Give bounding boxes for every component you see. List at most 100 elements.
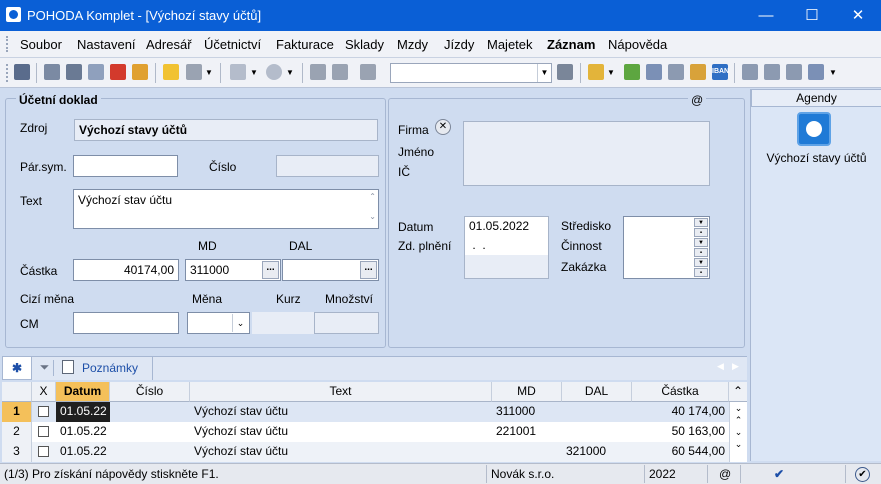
people-icon[interactable] [690,64,706,80]
tab-scroll-right[interactable]: ▶ [732,361,739,372]
quick-filter-combo[interactable]: ▼ [390,63,552,83]
cell-dal[interactable] [562,402,632,422]
menu-sklady[interactable]: Sklady [345,37,384,52]
menu-mzdy[interactable]: Mzdy [397,37,428,52]
status-year[interactable]: 2022 [649,467,676,481]
chevron-down-icon[interactable]: ▼ [205,68,213,77]
column-header-x[interactable]: X [32,382,56,402]
cinnost-lookup[interactable]: ▪ [694,248,708,257]
table-row[interactable]: 1 01.05.22 Výchozí stav účtu 311000 40 1… [2,402,747,422]
castka-input[interactable]: 40174,00 [73,259,179,281]
calculator-icon[interactable] [668,64,684,80]
menu-nastaveni[interactable]: Nastavení [77,37,136,52]
menu-napoveda[interactable]: Nápověda [608,37,667,52]
cinnost-dropdown[interactable]: ▼ [694,238,708,247]
status-email-icon[interactable]: @ [719,467,731,481]
pdf-icon[interactable] [110,64,126,80]
parsym-input[interactable] [73,155,178,177]
column-header-md[interactable]: MD [492,382,562,402]
cell-md[interactable]: 311000 [492,402,562,422]
md-lookup-button[interactable]: ... [262,261,279,279]
stredisko-lookup[interactable]: ▪ [694,228,708,237]
edit-record-icon[interactable] [186,64,202,80]
firma-clear-icon[interactable]: ✕ [435,119,451,135]
menu-jizdy[interactable]: Jízdy [444,37,474,52]
new-record-icon[interactable] [163,64,179,80]
zd-plneni-input[interactable]: . . [465,236,548,255]
save-icon[interactable] [310,64,326,80]
menu-adresar[interactable]: Adresář [146,37,192,52]
chevron-down-icon[interactable]: ▼ [607,68,615,77]
message-icon[interactable] [742,64,758,80]
menu-fakturace[interactable]: Fakturace [276,37,334,52]
page-setup-icon[interactable] [44,64,60,80]
scroll-up-button[interactable]: ⌃ [729,382,747,402]
cell-castka[interactable]: 60 544,00 [632,442,729,462]
md-input[interactable]: 311000 ... [185,259,281,281]
column-header-cislo[interactable]: Číslo [110,382,190,402]
menu-zaznam[interactable]: Záznam [547,37,595,52]
maximize-button[interactable]: ☐ [789,0,835,31]
menu-soubor[interactable]: Soubor [20,37,62,52]
table-row[interactable]: 3 01.05.22 Výchozí stav účtu 321000 60 5… [2,442,747,462]
cell-castka[interactable]: 40 174,00 [632,402,729,422]
chevron-down-icon[interactable]: ▼ [286,68,294,77]
agenda-item-icon[interactable] [797,112,831,146]
cell-cislo[interactable] [110,442,190,462]
cell-dal[interactable]: 321000 [562,442,632,462]
cell-text[interactable]: Výchozí stav účtu [190,422,492,442]
cell-md[interactable] [492,442,562,462]
cell-castka[interactable]: 50 163,00 [632,422,729,442]
filter-icon[interactable] [557,64,573,80]
chevron-down-icon[interactable]: ▼ [829,68,837,77]
minimize-button[interactable]: — [743,0,789,31]
report-icon[interactable] [786,64,802,80]
export-icon[interactable] [132,64,148,80]
column-header-dal[interactable]: DAL [562,382,632,402]
cell-dal[interactable] [562,422,632,442]
cell-datum[interactable]: 01.05.22 [56,422,110,442]
status-check-icon[interactable]: ✔ [774,467,784,481]
column-header-castka[interactable]: Částka [632,382,729,402]
cm-input[interactable] [73,312,179,334]
column-header-text[interactable]: Text [190,382,492,402]
menu-ucetnictvi[interactable]: Účetnictví [204,37,261,52]
cell-md[interactable]: 221001 [492,422,562,442]
row-checkbox[interactable] [38,406,49,417]
tab-main[interactable]: ✱ [2,357,32,380]
dal-input[interactable]: ... [282,259,379,281]
cell-text[interactable]: Výchozí stav účtu [190,402,492,422]
chevron-down-icon[interactable]: ⌄ [369,212,376,221]
copy-icon[interactable] [360,64,376,80]
dal-lookup-button[interactable]: ... [360,261,377,279]
zakazka-dropdown[interactable]: ▼ [694,258,708,267]
chevron-down-icon[interactable]: ▼ [537,64,551,82]
chevron-down-icon[interactable]: ⌄ [232,314,248,332]
folder-icon[interactable] [588,64,604,80]
menu-majetek[interactable]: Majetek [487,37,533,52]
exit-icon[interactable] [14,64,30,80]
gear-icon[interactable] [266,64,282,80]
stredisko-dropdown[interactable]: ▼ [694,218,708,227]
zakazka-lookup[interactable]: ▪ [694,268,708,277]
stredisko-cinnost-zakazka-box[interactable]: ▼ ▪ ▼ ▪ ▼ ▪ [623,216,710,279]
save-all-icon[interactable] [332,64,348,80]
firma-address-box[interactable] [463,121,710,186]
email-icon[interactable]: @ [688,93,707,107]
agenda-item-label[interactable]: Výchozí stavy účtů [751,151,881,165]
chevron-up-icon[interactable]: ⌃ [369,192,376,201]
status-ok-icon[interactable]: ✔ [855,467,870,482]
chevron-down-icon[interactable]: ▼ [250,68,258,77]
money-icon[interactable] [624,64,640,80]
mena-select[interactable]: ⌄ [187,312,250,334]
status-company[interactable]: Novák s.r.o. [491,467,554,481]
vertical-scrollbar[interactable]: ⌄ ⌃ ⌄ ⌄ [729,402,747,462]
cell-cislo[interactable] [110,402,190,422]
tab-scroll-left[interactable]: ◀ [717,361,724,372]
row-checkbox[interactable] [38,446,49,457]
column-header-datum[interactable]: Datum [56,382,110,402]
iban-icon[interactable]: IBAN [712,64,729,80]
calendar-icon[interactable] [646,64,662,80]
cell-datum[interactable]: 01.05.22 [56,402,110,422]
table-row[interactable]: 2 01.05.22 Výchozí stav účtu 221001 50 1… [2,422,747,442]
